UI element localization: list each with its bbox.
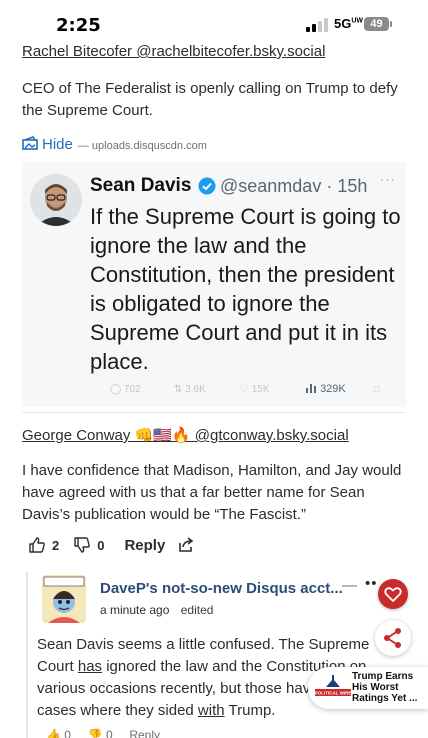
more-options-icon[interactable]: ••: [365, 575, 378, 592]
reply-button[interactable]: Reply: [124, 537, 165, 554]
status-time: 2:25: [56, 15, 101, 36]
tweet-handle: @seanmdav · 15h: [220, 176, 368, 196]
downvote-count: 0: [97, 537, 105, 553]
tweet-avatar: [30, 174, 82, 226]
reply-author-name[interactable]: DaveP's not-so-new Disqus acct...: [100, 580, 343, 597]
status-bar: 2:25 5GUW 49: [0, 0, 428, 46]
divider: [22, 412, 406, 413]
embedded-tweet-image[interactable]: Sean Davis @seanmdav · 15h ··· If the Su…: [22, 162, 406, 407]
share-icon[interactable]: [177, 536, 195, 554]
reply-meta: a minute ago edited: [100, 603, 213, 617]
hide-label[interactable]: Hide: [42, 136, 73, 153]
reply-upvote-count: 0: [64, 728, 71, 738]
comment-text: I have confidence that Madison, Hamilton…: [22, 462, 402, 523]
news-toast[interactable]: POLITICAL WIRE Trump Earns His Worst Rat…: [308, 667, 428, 709]
reply-avatar[interactable]: [42, 575, 86, 623]
collapse-button[interactable]: —: [342, 577, 357, 594]
embed-source: — uploads.disquscdn.com: [77, 140, 207, 152]
tweet-replies: ◯ 702: [110, 384, 141, 395]
battery-tip: [390, 21, 392, 27]
signal-icon: [306, 18, 330, 32]
comment-vote-row: 2 0 Reply: [28, 535, 195, 555]
thumbs-down-icon[interactable]: [73, 536, 91, 554]
top-comment-author-link[interactable]: Rachel Bitecofer @rachelbitecofer.bsky.s…: [22, 43, 325, 60]
top-comment-text: CEO of The Federalist is openly calling …: [22, 80, 398, 119]
bookmark-icon: □: [374, 384, 381, 395]
reply-thread-line: [26, 572, 28, 738]
verified-badge-icon: [198, 177, 216, 195]
reply-button[interactable]: Reply: [129, 728, 160, 738]
reply-timestamp[interactable]: a minute ago: [100, 603, 169, 617]
upvote-count: 2: [52, 537, 60, 553]
battery-icon: 49: [364, 17, 389, 31]
political-wire-logo: POLITICAL WIRE: [314, 673, 352, 703]
tweet-more-icon: ···: [380, 172, 396, 187]
reply-downvote-count: 0: [105, 728, 113, 738]
thumbs-up-icon[interactable]: 👍: [46, 728, 61, 738]
thumbs-down-icon[interactable]: 👎: [88, 728, 103, 738]
edited-label: edited: [180, 603, 214, 617]
heart-icon: [384, 587, 402, 602]
tweet-text: If the Supreme Court is going to ignore …: [90, 204, 401, 374]
comment-author-link[interactable]: George Conway 👊🇺🇸🔥 @gtconway.bsky.social: [22, 426, 349, 444]
share-nodes-icon: [384, 628, 401, 648]
news-headline[interactable]: Trump Earns His Worst Ratings Yet ...: [352, 671, 428, 704]
reply-vote-row: 👍 0 👎 0 Reply: [46, 728, 160, 738]
network-label: 5GUW: [334, 16, 364, 31]
svg-text:POLITICAL WIRE: POLITICAL WIRE: [315, 691, 352, 696]
embed-hide-toggle[interactable]: Hide — uploads.disquscdn.com: [22, 135, 207, 153]
tweet-views: 329K: [306, 383, 346, 395]
image-hide-icon: [22, 136, 38, 150]
favorite-button[interactable]: [378, 579, 408, 609]
tweet-likes: ♡ 15K: [240, 384, 270, 395]
thumbs-up-icon[interactable]: [28, 536, 46, 554]
tweet-reposts: ⇅ 3.6K: [174, 384, 206, 395]
share-button[interactable]: [375, 620, 411, 656]
tweet-author-name: Sean Davis: [90, 175, 192, 196]
tweet-actions: ◯ 702 ⇅ 3.6K ♡ 15K 329K □: [90, 382, 400, 402]
